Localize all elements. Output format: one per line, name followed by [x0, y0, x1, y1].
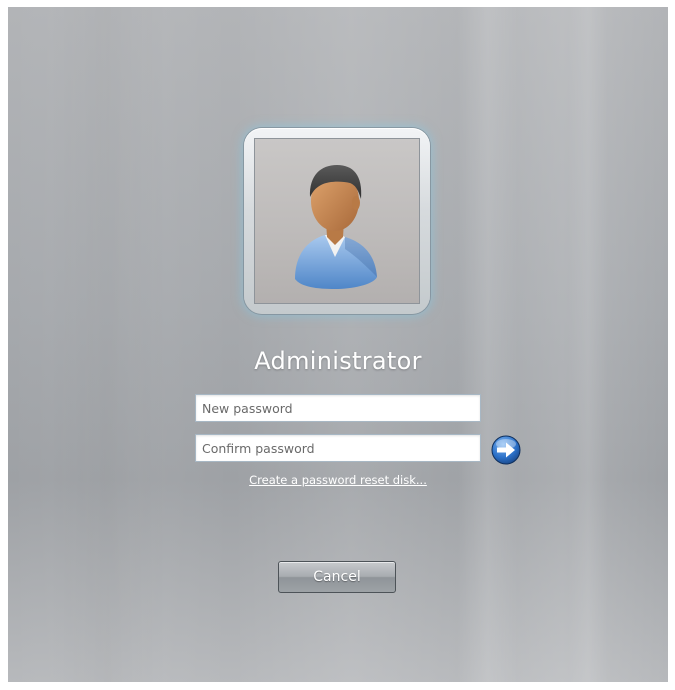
confirm-password-input[interactable] [195, 434, 481, 462]
user-tile-frame [244, 128, 430, 314]
user-avatar-icon [295, 165, 377, 289]
cancel-button[interactable]: Cancel [278, 561, 396, 593]
create-password-reset-disk-link[interactable]: Create a password reset disk... [8, 473, 668, 487]
background-streak [568, 7, 608, 682]
logon-screen: Administrator Create a password reset di… [8, 7, 668, 682]
submit-arrow-button[interactable] [487, 435, 525, 465]
background-streak [458, 7, 518, 682]
user-name: Administrator [254, 347, 422, 375]
background-streak [48, 7, 168, 682]
arrow-right-icon [491, 435, 521, 465]
user-tile [254, 138, 420, 304]
new-password-input[interactable] [195, 394, 481, 422]
